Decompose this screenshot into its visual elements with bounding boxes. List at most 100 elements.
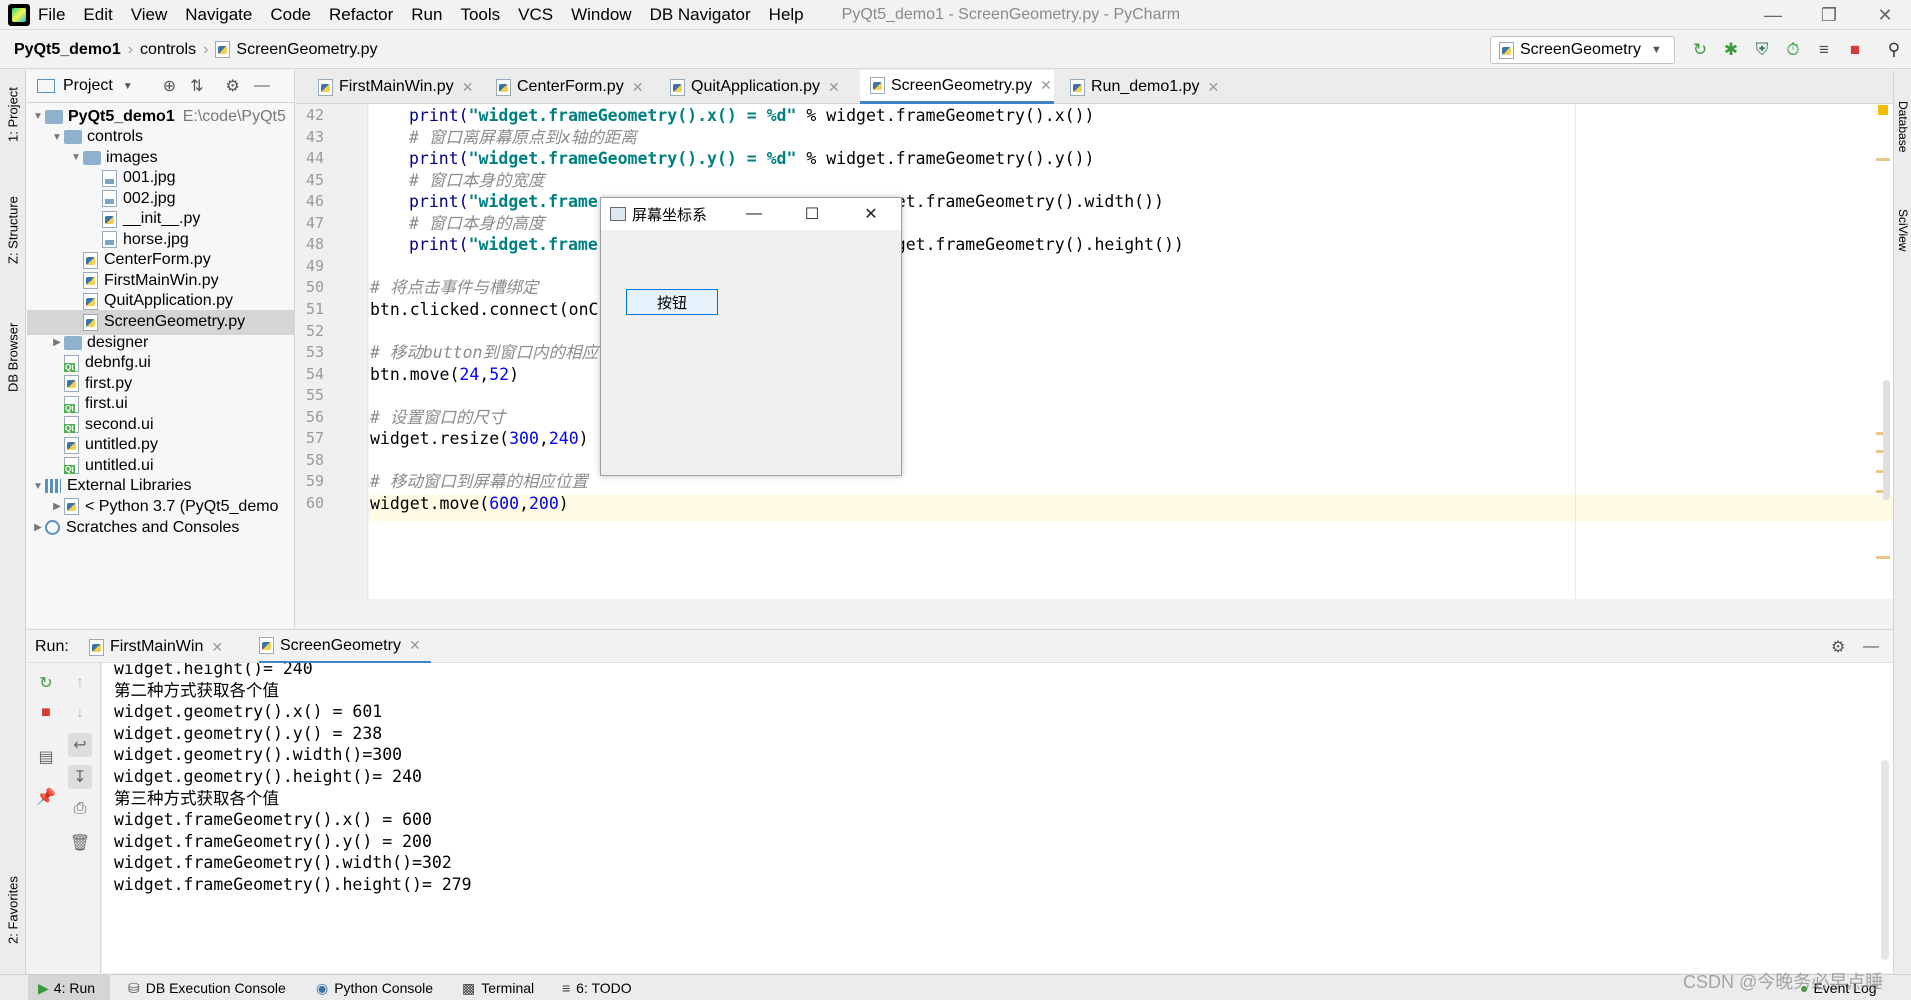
menu-vcs[interactable]: VCS — [518, 5, 553, 25]
close-tab-icon[interactable]: ✕ — [409, 637, 421, 654]
expanded-arrow-icon[interactable]: ▼ — [69, 152, 83, 163]
menu-view[interactable]: View — [131, 5, 168, 25]
expanded-arrow-icon[interactable]: ▼ — [31, 111, 45, 122]
tool-tab-database[interactable]: Database — [1894, 82, 1911, 172]
line-number: 56 — [305, 407, 324, 426]
gear-icon[interactable]: ⚙ — [1831, 630, 1845, 664]
soft-wrap-icon[interactable]: ↩ — [68, 733, 92, 757]
expanded-arrow-icon[interactable]: ▼ — [50, 132, 64, 143]
breadcrumb-folder[interactable]: controls — [140, 41, 196, 59]
line-number: 47 — [305, 213, 324, 232]
rerun-icon[interactable]: ↻ — [1689, 39, 1711, 61]
coverage-icon[interactable]: ⛨ — [1751, 39, 1773, 61]
collapsed-arrow-icon[interactable]: ▶ — [50, 337, 64, 348]
locate-icon[interactable]: ⊕ — [163, 76, 176, 96]
close-tab-icon[interactable]: ✕ — [1208, 79, 1220, 96]
minimize-icon[interactable]: — — [1745, 0, 1801, 30]
line-number-gutter: 42 43 44 45 46 47 48 49 50 51 52 53 54 55 56 57 58 59 60 — [296, 104, 368, 599]
trash-icon[interactable]: 🗑 — [68, 831, 92, 855]
bottom-tab-python-console[interactable]: ◉ Python Console — [316, 975, 433, 1000]
hide-icon[interactable]: — — [254, 77, 270, 95]
breadcrumb-file[interactable]: ScreenGeometry.py — [236, 41, 377, 59]
menu-navigate[interactable]: Navigate — [185, 5, 252, 25]
chevron-down-icon: ▼ — [1650, 44, 1662, 56]
tool-tab-favorites[interactable]: 2: Favorites — [0, 860, 26, 960]
search-icon[interactable]: ⚲ — [1883, 39, 1905, 61]
tab-quitapplication[interactable]: QuitApplication.py ✕ — [660, 70, 840, 104]
gear-icon[interactable]: ⚙ — [226, 76, 240, 96]
tool-tab-structure[interactable]: Z: Structure — [0, 180, 26, 280]
close-tab-icon[interactable]: ✕ — [828, 79, 840, 96]
tab-firstmainwin[interactable]: FirstMainWin.py ✕ — [308, 70, 473, 104]
tab-centerform[interactable]: CenterForm.py ✕ — [486, 70, 643, 104]
close-tab-icon[interactable]: ✕ — [211, 639, 223, 656]
console-scrollbar[interactable] — [1881, 760, 1889, 960]
stop-icon[interactable]: ■ — [34, 701, 58, 725]
menu-db-navigator[interactable]: DB Navigator — [650, 5, 751, 25]
menu-code[interactable]: Code — [270, 5, 311, 25]
profile-icon[interactable]: ⏱ — [1782, 39, 1804, 61]
arrow-up-icon[interactable]: ↑ — [68, 671, 92, 695]
menu-help[interactable]: Help — [769, 5, 804, 25]
scroll-to-end-icon[interactable]: ↧ — [68, 765, 92, 789]
tool-tab-db-browser[interactable]: DB Browser — [0, 302, 26, 412]
arrow-down-icon[interactable]: ↓ — [68, 701, 92, 725]
menu-refactor[interactable]: Refactor — [329, 5, 393, 25]
code-token: 600 — [489, 493, 520, 513]
line-number: 49 — [305, 256, 324, 275]
close-tab-icon[interactable]: ✕ — [462, 79, 474, 96]
tab-run-demo1[interactable]: Run_demo1.py ✕ — [1060, 70, 1219, 104]
collapsed-arrow-icon[interactable]: ▶ — [31, 522, 45, 533]
print-icon[interactable]: ⎙ — [68, 797, 92, 821]
bottom-tab-terminal[interactable]: ▩ Terminal — [462, 975, 534, 1000]
todo-list-icon: ≡ — [562, 980, 571, 996]
bottom-tab-db-execution-console[interactable]: ⛁ DB Execution Console — [128, 975, 286, 1000]
menu-tools[interactable]: Tools — [460, 5, 500, 25]
maximize-icon[interactable]: ☐ — [789, 198, 835, 230]
restore-icon[interactable]: ❐ — [1801, 0, 1857, 30]
collapse-icon[interactable]: ⇅ — [190, 76, 203, 96]
tree-item[interactable]: ▶ Scratches and Consoles — [27, 515, 295, 540]
close-icon[interactable]: ✕ — [848, 198, 894, 230]
qt-window-titlebar[interactable]: 屏幕坐标系 — ☐ ✕ — [601, 198, 901, 230]
bottom-tab-run[interactable]: ▶ 4: Run — [28, 975, 110, 1000]
stop-icon[interactable]: ■ — [1844, 39, 1866, 61]
database-icon: ⛁ — [128, 979, 140, 996]
tree-item-label: 002.jpg — [123, 189, 176, 207]
close-tab-icon[interactable]: ✕ — [1040, 77, 1052, 94]
layout-icon[interactable]: ▤ — [34, 745, 58, 769]
close-tab-icon[interactable]: ✕ — [632, 79, 644, 96]
bottom-tab-todo[interactable]: ≡ 6: TODO — [562, 975, 632, 1000]
concurrency-icon[interactable]: ≡ — [1813, 39, 1835, 61]
qt-push-button[interactable]: 按钮 — [626, 289, 718, 315]
line-number: 50 — [305, 278, 324, 297]
inspection-status-icon[interactable] — [1878, 105, 1888, 115]
pin-icon[interactable]: 📌 — [34, 785, 58, 809]
chevron-down-icon[interactable]: ▼ — [123, 81, 133, 92]
run-tab-firstmainwin[interactable]: FirstMainWin ✕ — [89, 630, 223, 664]
menu-window[interactable]: Window — [571, 5, 631, 25]
breadcrumb-project[interactable]: PyQt5_demo1 — [14, 41, 121, 59]
minimize-icon[interactable]: — — [731, 198, 777, 230]
expanded-arrow-icon[interactable]: ▼ — [31, 481, 45, 492]
tool-tab-project[interactable]: 1: Project — [0, 76, 26, 154]
tab-label: CenterForm.py — [517, 78, 624, 95]
run-tab-label: FirstMainWin — [110, 638, 204, 655]
run-tab-screengeometry[interactable]: ScreenGeometry ✕ — [259, 630, 431, 664]
rerun-icon[interactable]: ↻ — [34, 671, 58, 695]
project-view-label[interactable]: Project — [63, 77, 113, 95]
menu-edit[interactable]: Edit — [83, 5, 112, 25]
run-configuration-select[interactable]: ScreenGeometry ▼ — [1490, 36, 1675, 64]
menu-file[interactable]: File — [38, 5, 65, 25]
debug-icon[interactable]: ✱ — [1720, 39, 1742, 61]
line-number: 57 — [305, 429, 324, 448]
run-console-output[interactable]: widget.height()= 240 第二种方式获取各个值 widget.geo… — [102, 663, 1893, 973]
code-editor[interactable]: print("widget.frameGeometry().x() = %d" … — [369, 104, 1893, 599]
hide-icon[interactable]: — — [1863, 630, 1879, 664]
menu-run[interactable]: Run — [411, 5, 442, 25]
tab-screengeometry[interactable]: ScreenGeometry.py ✕ — [860, 70, 1054, 104]
collapsed-arrow-icon[interactable]: ▶ — [50, 501, 64, 512]
close-icon[interactable]: ✕ — [1857, 0, 1911, 30]
tool-tab-sciview[interactable]: SciView — [1894, 190, 1911, 270]
editor-scrollbar[interactable] — [1883, 380, 1890, 500]
